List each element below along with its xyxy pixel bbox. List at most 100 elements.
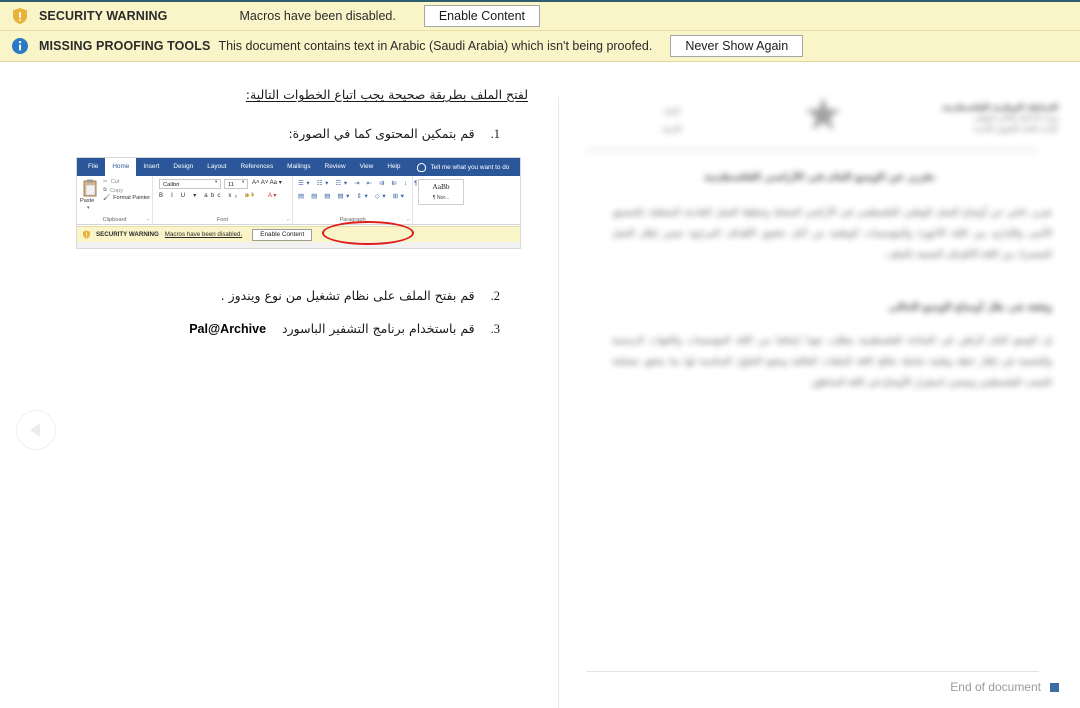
ribbon-tab-mailings[interactable]: Mailings (280, 158, 317, 176)
style-preview-text: AaBb (419, 180, 463, 194)
scissors-icon: ✂ (103, 179, 108, 185)
ribbon-tab-references[interactable]: References (233, 158, 280, 176)
shield-warning-icon (11, 7, 29, 25)
missing-proofing-tools-bar: MISSING PROOFING TOOLS This document con… (0, 31, 1080, 62)
letterhead-date-label: التاريخ : (659, 120, 682, 138)
document-canvas[interactable]: لفتح الملف بطريقة صحيحة يجب اتباع الخطوا… (0, 62, 1080, 708)
ribbon-tab-home[interactable]: Home (105, 158, 136, 176)
ribbon-tab-view[interactable]: View (353, 158, 381, 176)
paragraph-align-toolbar[interactable]: ▤ ▤ ▤ ▤▾ ⇕▾ ◇▾ ⊞▾ (298, 192, 407, 201)
security-warning-bar: SECURITY WARNING Macros have been disabl… (0, 0, 1080, 31)
letterhead-line-2: وزارة الداخلية والأمن الوطني (942, 113, 1058, 124)
letterhead-divider (585, 150, 1037, 151)
shield-warning-icon (82, 230, 91, 239)
ribbon-tab-review[interactable]: Review (318, 158, 353, 176)
list-item-number: 3. (491, 322, 500, 337)
ribbon-group-styles: AaBb ¶ Nor... (413, 176, 473, 224)
page-title: لفتح الملف بطريقة صحيحة يجب اتباع الخطوا… (246, 87, 528, 102)
list-item-label: قم بفتح الملف على نظام تشغيل من نوع ويند… (221, 288, 475, 303)
ribbon-tab-insert[interactable]: Insert (136, 158, 166, 176)
paragraph-list-toolbar[interactable]: ☰▾ ☷▾ ☶▾ ⇥ ⇤ ⇉ ⇇ ↕ ¶ (298, 179, 420, 188)
format-painter-label: Format Painter (113, 195, 150, 201)
info-circle-icon (11, 37, 29, 55)
paragraph-dialog-launcher-icon[interactable]: ⌐ (407, 217, 410, 223)
copy-label: Copy (110, 188, 123, 194)
grow-shrink-font-icons[interactable]: A˄ A˅ Aa ▾ (252, 179, 282, 188)
copy-icon: ⧉ (103, 187, 107, 194)
document-page-left: لفتح الملف بطريقة صحيحة يجب اتباع الخطوا… (0, 62, 558, 708)
list-item-step-3: 3. قم باستخدام برنامج التشفير الباسورد P… (189, 321, 500, 337)
proofing-tools-title: MISSING PROOFING TOOLS (39, 39, 210, 53)
style-gallery-item-normal[interactable]: AaBb ¶ Nor... (418, 179, 464, 205)
paintbrush-icon: 🖌 (103, 195, 110, 201)
style-name-label: ¶ Nor... (419, 194, 463, 202)
security-warning-title: SECURITY WARNING (39, 9, 167, 23)
proofing-tools-message: This document contains text in Arabic (S… (218, 39, 652, 53)
tell-me-box[interactable]: Tell me what you want to do (417, 163, 509, 172)
font-dialog-launcher-icon[interactable]: ⌐ (287, 217, 290, 223)
ribbon-group-paragraph: ☰▾ ☷▾ ☶▾ ⇥ ⇤ ⇉ ⇇ ↕ ¶ ▤ ▤ ▤ ▤▾ ⇕▾ ◇▾ ⊞▾ P… (293, 176, 413, 224)
security-warning-message: Macros have been disabled. (239, 9, 395, 23)
format-painter-button[interactable]: 🖌 Format Painter (103, 195, 150, 201)
document-body-paragraph-1: تقرير خاص عن أوضاع العمل الوطني الفلسطين… (612, 202, 1052, 265)
letterhead-line-1: السلطة الوطنية الفلسطينية (942, 102, 1058, 113)
list-item-number: 2. (491, 289, 500, 304)
document-body-subtitle: وقفة في ظل أوضاع الوضع الحالي (889, 302, 1052, 313)
cut-button[interactable]: ✂ Cut (103, 179, 119, 185)
ribbon-group-font: Calibri ▾ 11 ▾ A˄ A˅ Aa ▾ B I U ▾ abc x₂… (153, 176, 293, 224)
list-item-label: قم بتمكين المحتوى كما في الصورة: (288, 126, 474, 141)
embedded-word-screenshot: File Home Insert Design Layout Reference… (76, 157, 521, 249)
triangle-left-icon (30, 423, 40, 437)
letterhead-left-block: الرقم : التاريخ : (659, 102, 682, 138)
list-item-step-1: 1. قم بتمكين المحتوى كما في الصورة: (288, 126, 500, 142)
end-of-document-divider (586, 671, 1039, 672)
copy-button[interactable]: ⧉ Copy (103, 187, 123, 194)
font-name-input[interactable]: Calibri (159, 179, 221, 189)
document-page-right: السلطة الوطنية الفلسطينية وزارة الداخلية… (559, 62, 1080, 708)
archive-tool-name: Pal@Archive (189, 322, 266, 336)
font-style-toolbar[interactable]: B I U ▾ abc x₂ x² (159, 192, 256, 201)
end-of-document-label: End of document (950, 680, 1041, 694)
redacted-document-content: السلطة الوطنية الفلسطينية وزارة الداخلية… (559, 62, 1080, 708)
group-label-clipboard: Clipboard (77, 216, 152, 224)
cut-label: Cut (111, 179, 120, 185)
end-of-document-marker: End of document (950, 680, 1059, 694)
group-label-paragraph: Paragraph (293, 216, 412, 224)
clipboard-dialog-launcher-icon[interactable]: ⌐ (147, 217, 150, 223)
star-emblem: ★ (799, 90, 847, 138)
embedded-warning-title: SECURITY WARNING (96, 231, 159, 238)
font-color-icon[interactable]: A ▾ (268, 192, 276, 201)
embedded-enable-content-button[interactable]: Enable Content (252, 229, 312, 241)
paste-label: Paste (80, 198, 94, 204)
tell-me-label: Tell me what you want to do (430, 164, 509, 171)
document-body-paragraph-2: إن الوضع العام الراهن في الساحة الفلسطين… (612, 330, 1052, 393)
ribbon-tab-file[interactable]: File (81, 158, 105, 176)
font-name-chevron-down-icon[interactable]: ▾ (215, 179, 217, 185)
never-show-again-button[interactable]: Never Show Again (670, 35, 803, 57)
ribbon-body: Paste ▾ ✂ Cut ⧉ Copy 🖌 Format Painter Cl… (77, 176, 520, 225)
list-item-number: 1. (491, 127, 500, 142)
ribbon-tab-design[interactable]: Design (166, 158, 200, 176)
paste-chevron-down-icon[interactable]: ▾ (87, 205, 90, 211)
embedded-warning-message: Macros have been disabled. (165, 231, 242, 238)
previous-page-button[interactable] (16, 410, 56, 450)
font-size-input[interactable]: 11 (224, 179, 248, 189)
paste-icon[interactable] (82, 179, 98, 197)
ribbon-tab-strip: File Home Insert Design Layout Reference… (77, 158, 520, 176)
embedded-security-warning-bar: SECURITY WARNING Macros have been disabl… (77, 226, 520, 242)
enable-content-button[interactable]: Enable Content (424, 5, 540, 27)
document-body-title: تقرير عن الوضع العام في الأراضي الفلسطين… (559, 172, 1080, 183)
list-item-step-2: 2. قم بفتح الملف على نظام تشغيل من نوع و… (221, 288, 500, 304)
group-label-font: Font (153, 216, 292, 224)
letterhead-line-3: الإدارة العامة للشؤون الإدارية (942, 124, 1058, 135)
font-size-chevron-down-icon[interactable]: ▾ (242, 179, 244, 185)
text-highlight-icon[interactable]: ▰ ▾ (245, 192, 254, 201)
ribbon-tab-help[interactable]: Help (380, 158, 407, 176)
letterhead-right-block: السلطة الوطنية الفلسطينية وزارة الداخلية… (942, 102, 1058, 135)
lightbulb-icon (417, 163, 426, 172)
ribbon-group-clipboard: Paste ▾ ✂ Cut ⧉ Copy 🖌 Format Painter Cl… (77, 176, 153, 224)
end-of-document-square-icon (1050, 683, 1059, 692)
ribbon-tab-layout[interactable]: Layout (200, 158, 233, 176)
list-item-label: قم باستخدام برنامج التشفير الباسورد (282, 321, 475, 336)
embedded-status-strip (77, 242, 520, 248)
